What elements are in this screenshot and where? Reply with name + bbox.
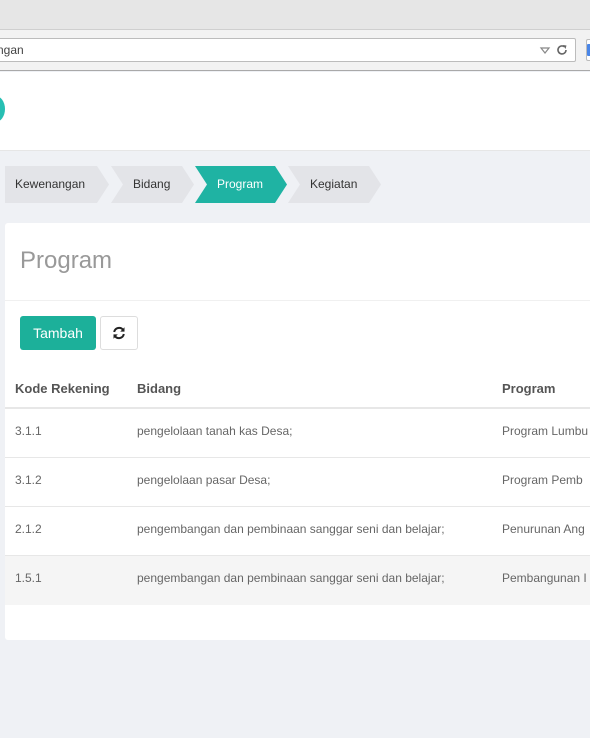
cell-program: Pembangunan I [502, 571, 587, 585]
cell-bidang: pengelolaan tanah kas Desa; [137, 424, 293, 438]
cell-program: Program Pemb [502, 473, 583, 487]
step-label: Kegiatan [310, 177, 358, 191]
header-bidang[interactable]: Bidang [137, 381, 181, 396]
step-label: Bidang [133, 177, 171, 191]
dropdown-arrow-icon[interactable] [539, 44, 551, 56]
app-header [0, 72, 590, 151]
table-row[interactable]: 3.1.1 pengelolaan tanah kas Desa; Progra… [5, 409, 590, 458]
header-program[interactable]: Program [502, 381, 555, 396]
cell-program: Program Lumbu [502, 424, 589, 438]
cell-kode: 1.5.1 [15, 571, 42, 585]
cell-bidang: pengembangan dan pembinaan sanggar seni … [137, 522, 445, 536]
page-title: Program [20, 247, 113, 274]
add-button[interactable]: Tambah [20, 316, 96, 350]
cell-kode: 3.1.1 [15, 424, 42, 438]
reload-icon[interactable] [555, 43, 569, 57]
header-kode-rekening[interactable]: Kode Rekening [15, 381, 110, 396]
extension-icon[interactable] [586, 39, 590, 61]
cell-kode: 3.1.2 [15, 473, 42, 487]
program-table: Kode Rekening Bidang Program 3.1.1 penge… [5, 368, 590, 605]
cell-bidang: pengelolaan pasar Desa; [137, 473, 271, 487]
cell-kode: 2.1.2 [15, 522, 42, 536]
program-panel: Program Tambah Kode Rekening Bidang Prog… [5, 223, 590, 640]
address-bar[interactable]: ngan [0, 38, 576, 62]
browser-tabstrip [0, 0, 590, 30]
table-header: Kode Rekening Bidang Program [5, 368, 590, 409]
divider [5, 300, 590, 301]
cell-bidang: pengembangan dan pembinaan sanggar seni … [137, 571, 445, 585]
cell-program: Penurunan Ang [502, 522, 585, 536]
refresh-button[interactable] [100, 316, 138, 350]
table-row[interactable]: 3.1.2 pengelolaan pasar Desa; Program Pe… [5, 458, 590, 507]
browser-toolbar: ngan [0, 30, 590, 71]
logo-icon [0, 96, 5, 122]
table-row[interactable]: 1.5.1 pengembangan dan pembinaan sanggar… [5, 556, 590, 605]
step-label: Kewenangan [15, 177, 86, 191]
table-row[interactable]: 2.1.2 pengembangan dan pembinaan sanggar… [5, 507, 590, 556]
address-text[interactable]: ngan [0, 43, 24, 57]
refresh-icon [113, 326, 125, 340]
step-label: Program [217, 177, 264, 191]
